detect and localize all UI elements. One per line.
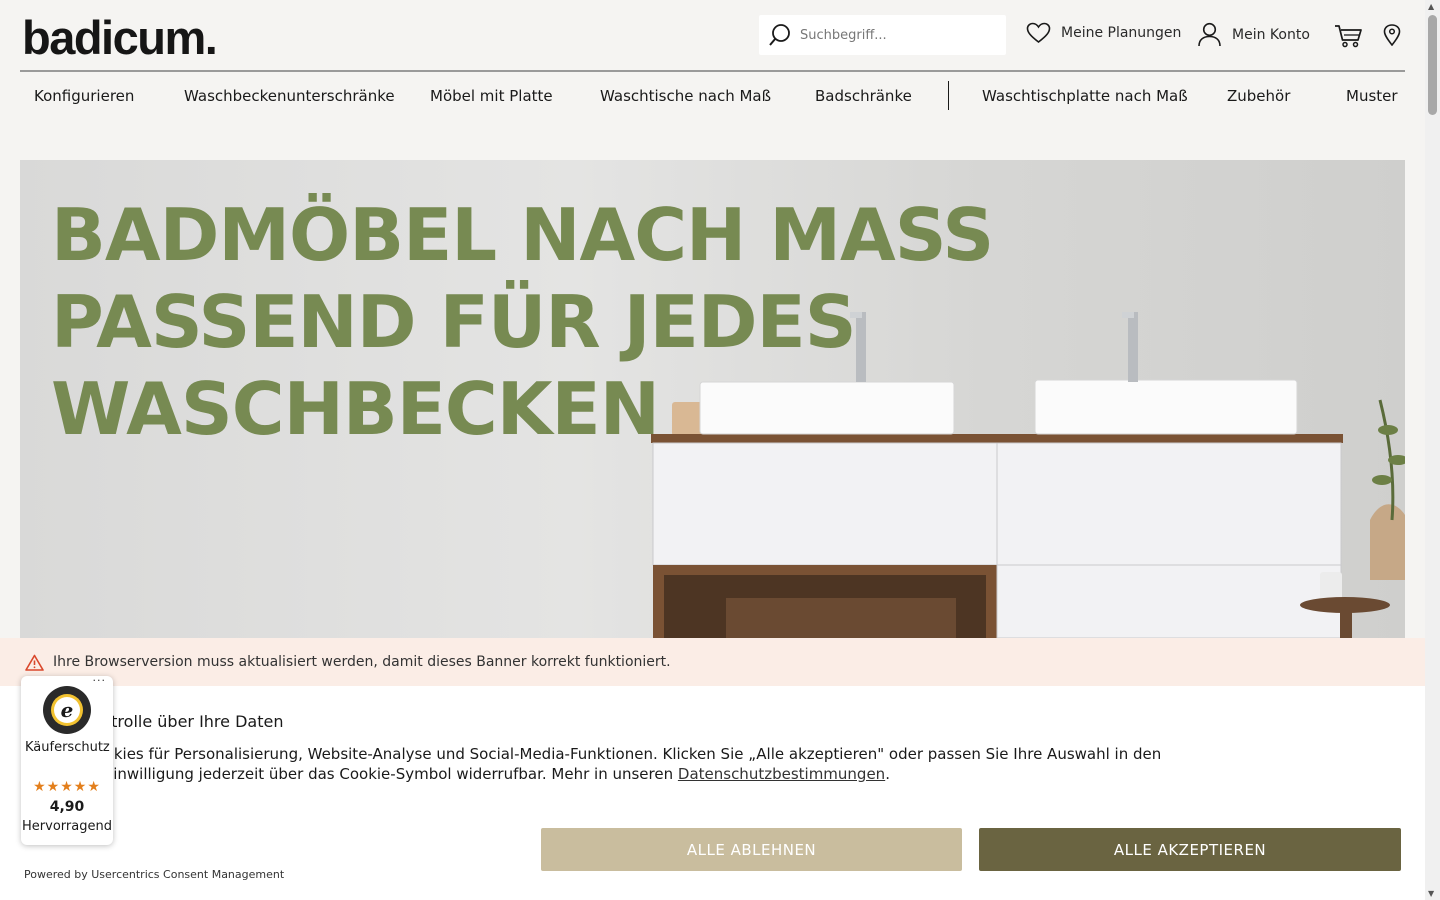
nav-item-waschbeckenunterschraenke[interactable]: Waschbeckenunterschränke <box>184 87 395 105</box>
scrollbar-thumb[interactable] <box>1428 15 1437 115</box>
rating-text: Hervorragend <box>22 819 112 834</box>
consent-text-line: den Cookies für Personalisierung, Websit… <box>52 745 1162 763</box>
scroll-down-arrow-icon[interactable]: ▼ <box>1428 889 1434 898</box>
hero-title-line: PASSEND FÜR JEDES <box>51 280 857 364</box>
my-plans-link[interactable]: Meine Planungen <box>1026 22 1181 44</box>
browser-warning-banner: Ihre Browserversion muss aktualisiert we… <box>0 638 1425 686</box>
hero-banner[interactable]: BADMÖBEL NACH MASS PASSEND FÜR JEDES WAS… <box>20 160 1405 638</box>
nav-item-waschtische-nach-mass[interactable]: Waschtische nach Maß <box>600 87 771 105</box>
nav-item-zubehoer[interactable]: Zubehör <box>1227 87 1290 105</box>
nav-item-muster[interactable]: Muster <box>1346 87 1398 105</box>
reject-all-button[interactable]: ALLE ABLEHNEN <box>541 828 962 871</box>
hero-title-line: WASCHBECKEN <box>51 367 660 451</box>
my-account-label: Mein Konto <box>1232 26 1310 43</box>
warning-icon <box>25 654 44 671</box>
more-dots-icon[interactable]: ··· <box>93 674 107 687</box>
accept-all-button[interactable]: ALLE AKZEPTIEREN <box>979 828 1401 871</box>
nav-item-waschtischplatte-nach-mass[interactable]: Waschtischplatte nach Maß <box>982 87 1188 105</box>
search-box[interactable] <box>759 15 1006 55</box>
rating-value: 4,90 <box>49 799 85 815</box>
location-pin-icon[interactable] <box>1383 24 1401 46</box>
trusted-shops-seal-icon: e <box>43 686 91 734</box>
nav-divider <box>948 81 949 110</box>
my-plans-label: Meine Planungen <box>1061 25 1182 41</box>
consent-text-prefix: en an. Einwilligung jederzeit über das C… <box>52 765 678 783</box>
cart-icon[interactable] <box>1334 24 1364 48</box>
browser-warning-text: Ihre Browserversion muss aktualisiert we… <box>53 654 671 670</box>
buyer-protection-label: Käuferschutz <box>25 740 110 755</box>
search-input[interactable] <box>800 27 990 43</box>
hero-title-line: BADMÖBEL NACH MASS <box>51 193 994 277</box>
main-nav: Konfigurieren Waschbeckenunterschränke M… <box>20 72 1405 120</box>
nav-item-moebel-mit-platte[interactable]: Möbel mit Platte <box>430 87 553 105</box>
rating-stars: ★★★★★ <box>33 779 101 795</box>
search-icon <box>769 24 790 46</box>
heart-icon <box>1026 22 1051 44</box>
nav-item-konfigurieren[interactable]: Konfigurieren <box>34 87 134 105</box>
consent-text-suffix: . <box>885 765 890 783</box>
page-scrollbar[interactable]: ▲ ▼ <box>1425 0 1440 900</box>
site-header: badicum. Meine Planungen Mein Konto <box>0 0 1425 72</box>
user-icon <box>1198 22 1221 47</box>
consent-text-line: en an. Einwilligung jederzeit über das C… <box>52 764 1352 784</box>
logo[interactable]: badicum. <box>22 10 218 65</box>
powered-by-text: Powered by Usercentrics Consent Manageme… <box>24 868 285 881</box>
svg-text:e: e <box>61 698 74 722</box>
cookie-consent-banner: die Kontrolle über Ihre Daten den Cookie… <box>0 686 1425 900</box>
consent-text: den Cookies für Personalisierung, Websit… <box>52 744 1352 784</box>
my-account-link[interactable]: Mein Konto <box>1197 22 1310 47</box>
scroll-up-arrow-icon[interactable]: ▲ <box>1428 2 1434 11</box>
privacy-policy-link[interactable]: Datenschutzbestimmungen <box>678 765 885 783</box>
trusted-shops-badge[interactable]: ··· e Käuferschutz ★★★★★ 4,90 Hervorrage… <box>21 674 113 845</box>
nav-item-badschraenke[interactable]: Badschränke <box>815 87 912 105</box>
hero-title: BADMÖBEL NACH MASS PASSEND FÜR JEDES WAS… <box>51 192 1051 453</box>
